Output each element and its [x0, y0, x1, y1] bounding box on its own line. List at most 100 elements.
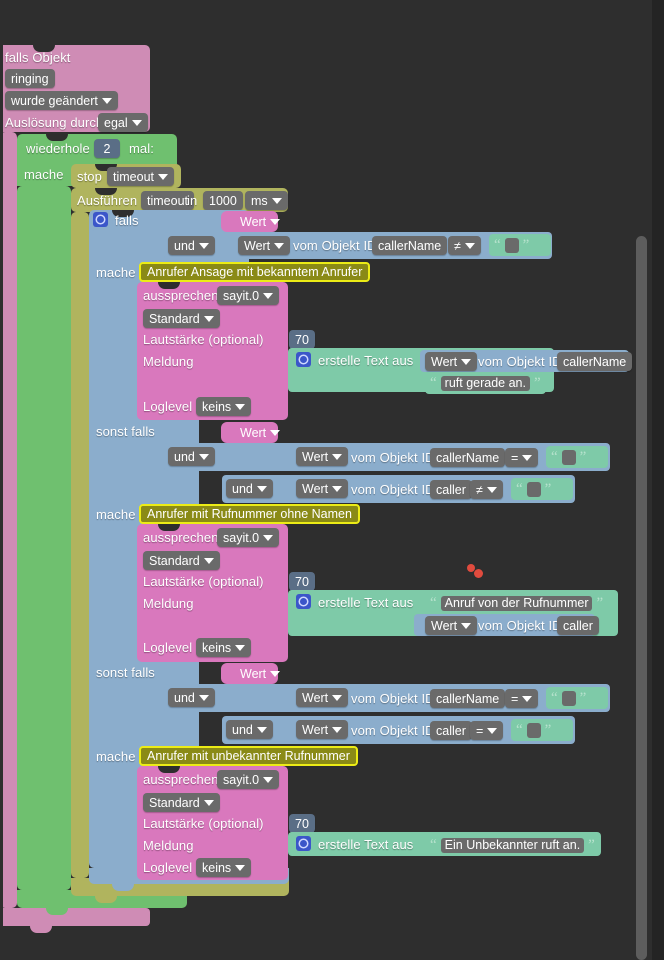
b3-row-1-compare-text[interactable]: “ ” — [511, 719, 573, 741]
b2-row-0-compare-text[interactable]: “ ” — [546, 446, 608, 468]
b2-row-0-object[interactable]: callerName — [430, 448, 506, 467]
b2-speak-voice: Standard — [149, 553, 200, 568]
b2-row-0-value-select[interactable]: Wert — [296, 447, 349, 466]
b2-row-1-value-select[interactable]: Wert — [296, 479, 349, 498]
chevron-down-icon — [464, 242, 475, 249]
b2-row-0-operator-select[interactable]: = — [505, 448, 539, 467]
b1-speak-instance: sayit.0 — [223, 288, 260, 303]
b2-row-1-operator-select[interactable]: ≠ — [470, 480, 503, 499]
chevron-down-icon — [203, 315, 214, 322]
b2-comment[interactable]: Anrufer mit Rufnummer ohne Namen — [139, 504, 360, 524]
b3-condition-value-select[interactable]: Wert — [234, 664, 286, 683]
chevron-down-icon — [256, 726, 267, 733]
b3-row-1-compare-input[interactable] — [526, 722, 541, 738]
b1-row-0-operator-select[interactable]: ≠ — [448, 236, 481, 255]
b3-msg-part-0[interactable]: “ Ein Unbekannter ruft an. ” — [425, 834, 600, 856]
b2-volume-input[interactable]: 70 — [289, 572, 315, 591]
trigger-ack-label: Auslösung durch — [5, 115, 104, 130]
b1-msg-part-1[interactable]: “ ruft gerade an. ” — [425, 372, 546, 394]
run-unit-select[interactable]: ms — [245, 191, 288, 210]
trigger-condition-select[interactable]: wurde geändert — [5, 91, 118, 110]
vertical-scrollbar[interactable] — [636, 236, 647, 960]
loop-repeat-label: wiederhole — [26, 141, 90, 156]
trigger-object-id[interactable]: ringing — [5, 69, 55, 88]
b1-row-0-compare-text[interactable]: “ ” — [489, 234, 551, 256]
chevron-down-icon — [158, 173, 168, 180]
quote-open-icon: “ — [516, 480, 523, 497]
b2-speak-voice-select[interactable]: Standard — [143, 551, 220, 570]
b3-loglevel-select[interactable]: keins — [196, 858, 252, 877]
trigger-ack-select[interactable]: egal — [98, 113, 148, 132]
workspace-canvas[interactable]: falls Objekt ringing wurde geändert Ausl… — [0, 0, 664, 960]
b1-msg-part-0-object[interactable]: callerName — [557, 352, 633, 371]
loop-count-input[interactable]: 2 — [94, 139, 120, 158]
run-unit-value: ms — [251, 193, 268, 208]
b1-row-0-and-select[interactable]: und — [168, 236, 215, 255]
b3-msg-part-0-input[interactable]: Ein Unbekannter ruft an. — [440, 837, 585, 853]
b2-msg-part-0-input[interactable]: Anruf von der Rufnummer — [440, 595, 593, 611]
b3-row-1-value-select[interactable]: Wert — [296, 720, 349, 739]
b2-row-1-compare-text[interactable]: “ ” — [511, 478, 573, 500]
trigger-condition-label: wurde geändert — [11, 93, 98, 108]
b3-row-0-and-select[interactable]: und — [168, 688, 215, 707]
b1-speak-voice-select[interactable]: Standard — [143, 309, 220, 328]
b2-row-0-prefix: vom Objekt ID — [351, 450, 435, 465]
gear-icon[interactable] — [296, 594, 311, 609]
stop-target-select[interactable]: timeout — [107, 167, 174, 186]
b2-speak-instance-select[interactable]: sayit.0 — [217, 528, 280, 547]
b3-row-1-operator-select[interactable]: = — [470, 721, 504, 740]
b3-row-0-compare-text[interactable]: “ ” — [546, 687, 608, 709]
b1-loglevel-label: Loglevel — [143, 399, 193, 414]
gear-icon[interactable] — [296, 352, 311, 367]
b1-row-0-object[interactable]: callerName — [372, 236, 448, 255]
b2-row-0-and-select[interactable]: und — [168, 447, 215, 466]
if-label: falls — [115, 213, 139, 228]
b3-row-0-operator-select[interactable]: = — [505, 689, 539, 708]
b1-volume-input[interactable]: 70 — [289, 330, 315, 349]
b1-comment[interactable]: Anrufer Ansage mit bekanntem Anrufer — [139, 262, 371, 282]
b3-speak-voice-select[interactable]: Standard — [143, 793, 220, 812]
b2-row-1-object[interactable]: caller — [430, 480, 472, 499]
run-delay-input[interactable]: 1000 — [203, 191, 243, 210]
chevron-down-icon — [203, 557, 214, 564]
b2-loglevel-select[interactable]: keins — [196, 638, 252, 657]
chevron-down-icon — [198, 453, 209, 460]
b2-row-1-compare-input[interactable] — [526, 481, 541, 497]
b3-row-0-compare-input[interactable] — [561, 690, 576, 706]
gear-icon[interactable] — [296, 836, 311, 851]
chevron-down-icon — [198, 694, 209, 701]
b3-row-1-object[interactable]: caller — [430, 721, 472, 740]
b2-msg-part-1-value-select[interactable]: Wert — [425, 616, 478, 635]
b2-row-0-compare-input[interactable] — [561, 449, 576, 465]
if-bottom-notch — [112, 884, 134, 891]
loop-do-label: mache — [24, 167, 64, 182]
b1-volume-label: Lautstärke (optional) — [143, 332, 264, 347]
b3-volume-input[interactable]: 70 — [289, 814, 315, 833]
chevron-down-icon — [274, 242, 285, 249]
chevron-down-icon — [487, 727, 498, 734]
b3-row-1-and-select[interactable]: und — [226, 720, 273, 739]
b1-msg-part-0-value-select[interactable]: Wert — [425, 352, 478, 371]
chevron-down-icon — [332, 726, 343, 733]
b1-msg-part-1-input[interactable]: ruft gerade an. — [440, 375, 530, 391]
chevron-down-icon — [270, 218, 281, 225]
b2-msg-part-1-object[interactable]: caller — [557, 616, 599, 635]
b1-loglevel-select[interactable]: keins — [196, 397, 252, 416]
b3-speak-instance-select[interactable]: sayit.0 — [217, 770, 280, 789]
b2-row-1-prefix: vom Objekt ID — [351, 482, 435, 497]
cursor-dot-2 — [474, 569, 483, 578]
b2-condition-value-select[interactable]: Wert — [234, 423, 286, 442]
b3-comment[interactable]: Anrufer mit unbekannter Rufnummer — [139, 746, 358, 766]
b2-row-1-and-select[interactable]: und — [226, 479, 273, 498]
gear-icon[interactable] — [93, 212, 108, 227]
b1-row-0-value-select[interactable]: Wert — [238, 236, 291, 255]
b2-msg-part-0[interactable]: “ Anruf von der Rufnummer ” — [425, 592, 609, 614]
chevron-down-icon — [270, 429, 281, 436]
b1-message-label: Meldung — [143, 354, 194, 369]
b3-row-0-object[interactable]: callerName — [430, 689, 506, 708]
b1-row-0-compare-input[interactable] — [504, 237, 519, 253]
b3-loglevel-label: Loglevel — [143, 860, 193, 875]
b3-row-0-value-select[interactable]: Wert — [296, 688, 349, 707]
b1-speak-instance-select[interactable]: sayit.0 — [217, 286, 280, 305]
b1-condition-value-select[interactable]: Wert — [234, 212, 286, 231]
